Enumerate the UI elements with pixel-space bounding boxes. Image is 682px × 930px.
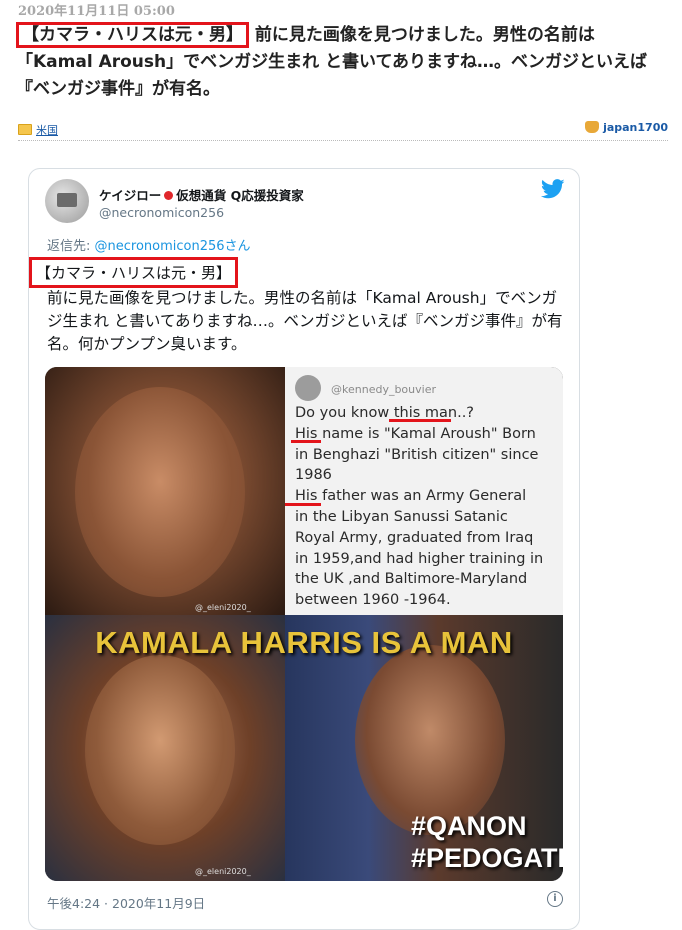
- text-card-screenshot: @kennedy_bouvier Do you know this man..?…: [285, 367, 563, 615]
- author-link[interactable]: japan1700: [585, 121, 668, 134]
- watermark: @_eleni2020_: [195, 603, 251, 612]
- author-label: japan1700: [603, 121, 668, 134]
- reply-label: 返信先:: [47, 239, 95, 254]
- folder-icon: [18, 124, 32, 135]
- avatar[interactable]: [45, 179, 89, 223]
- post-meta: 米国 japan1700: [18, 120, 668, 141]
- display-name-part: ケイジロー: [99, 188, 162, 203]
- tweet-body: 前に見た画像を見つけました。男性の名前は「Kamal Aroush」でベンガジ生…: [47, 289, 563, 353]
- image-banner-text: KAMALA HARRIS IS A MAN: [95, 625, 513, 660]
- image-hashtag: #PEDOGATE: [411, 843, 563, 873]
- post-headline: 【カマラ・ハリスは元・男】 前に見た画像を見つけました。男性の名前は「Kamal…: [16, 22, 666, 103]
- red-underline: [285, 503, 321, 506]
- reply-handle-link[interactable]: @necronomicon256さん: [95, 239, 251, 254]
- tweet-handle[interactable]: @necronomicon256: [99, 205, 224, 220]
- tweet-timestamp[interactable]: 午後4:24 · 2020年11月9日: [47, 893, 205, 912]
- tweet-display-name[interactable]: ケイジロー 仮想通貨 Q応援投資家: [99, 185, 304, 204]
- card-line: between 1960 -1964.: [295, 592, 451, 609]
- card-avatar: [295, 375, 321, 401]
- card-line: the UK ,and Baltimore-Maryland: [295, 571, 528, 588]
- card-line: in the Libyan Sanussi Satanic: [295, 508, 508, 525]
- headline-highlight: 【カマラ・ハリスは元・男】: [16, 22, 249, 48]
- author-icon: [585, 121, 600, 133]
- red-underline: [291, 440, 321, 443]
- card-handle: @kennedy_bouvier: [331, 383, 436, 396]
- tweet-media[interactable]: @_eleni2020_ @kennedy_bouvier Do you kno…: [45, 367, 563, 881]
- card-line: Royal Army, graduated from Iraq: [295, 529, 534, 546]
- info-icon[interactable]: i: [547, 891, 563, 907]
- embedded-tweet[interactable]: ケイジロー 仮想通貨 Q応援投資家 @necronomicon256 返信先: @…: [28, 168, 580, 930]
- card-text: Do you know this man..? His name is "Kam…: [295, 403, 557, 611]
- reply-to: 返信先: @necronomicon256さん: [47, 235, 251, 254]
- card-line: in Benghazi "British citizen" since: [295, 446, 539, 463]
- image-hashtag: #QANON: [411, 811, 527, 841]
- tweet-title: 【カマラ・ハリスは元・男】: [29, 257, 239, 288]
- red-underline: [389, 419, 451, 422]
- category-label: 米国: [36, 124, 58, 137]
- twitter-bird-icon[interactable]: [541, 179, 565, 199]
- watermark: @_eleni2020_: [195, 867, 251, 876]
- card-line: in 1959,and had higher training in: [295, 550, 544, 567]
- japan-flag-icon: [164, 191, 174, 200]
- photo-man-smiling: @_eleni2020_: [45, 367, 285, 615]
- card-line: 1986: [295, 467, 332, 484]
- post-date: 2020年11月11日 05:00: [18, 4, 175, 19]
- display-name-part: 仮想通貨 Q応援投資家: [176, 188, 304, 203]
- card-line: His name is "Kamal Aroush" Born: [295, 425, 536, 442]
- card-line: His father was an Army General: [295, 488, 527, 505]
- category-link[interactable]: 米国: [18, 122, 58, 138]
